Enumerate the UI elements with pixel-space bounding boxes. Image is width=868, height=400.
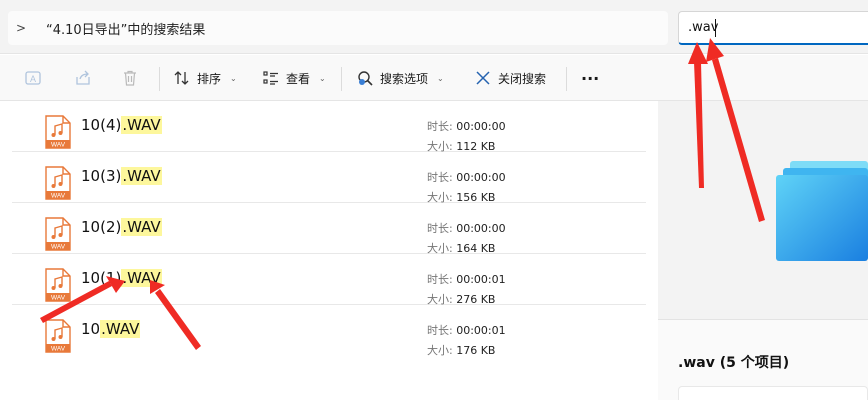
more-button[interactable]: ···: [581, 63, 599, 93]
command-bar: A 排序 ⌄ 查看 ⌄ 搜索选项 ⌄ 关闭搜索 ···: [0, 55, 868, 101]
file-name[interactable]: 10(2).WAV: [81, 218, 162, 236]
wav-file-icon: WAV: [45, 319, 71, 353]
file-duration: 00:00:01: [456, 324, 506, 337]
sort-label: 排序: [197, 71, 222, 86]
file-duration: 00:00:00: [456, 120, 506, 133]
text-caret: [715, 19, 716, 37]
address-path[interactable]: “4.10日导出”中的搜索结果: [46, 19, 205, 38]
close-search-button[interactable]: 关闭搜索: [474, 63, 546, 93]
search-options-button[interactable]: 搜索选项 ⌄: [356, 63, 444, 93]
chevron-right-icon[interactable]: >: [8, 21, 34, 35]
file-size: 176 KB: [456, 344, 496, 357]
list-item[interactable]: WAV 10(1).WAV 时长: 00:00:01 大小: 276 KB: [12, 255, 646, 306]
list-item[interactable]: WAV 10.WAV 时长: 00:00:01 大小: 176 KB: [12, 306, 646, 357]
file-size: 112 KB: [456, 140, 496, 153]
search-highlight: .WAV: [121, 167, 162, 185]
details-pane: .wav (5 个项目): [658, 101, 868, 400]
trash-icon: [121, 69, 139, 87]
list-item[interactable]: WAV 10(3).WAV 时长: 00:00:00 大小: 156 KB: [12, 153, 646, 204]
toolbar-separator: [159, 67, 160, 91]
svg-text:WAV: WAV: [51, 193, 66, 200]
view-list-icon: [262, 69, 280, 87]
share-icon: [74, 69, 92, 87]
search-input[interactable]: .wav: [688, 20, 718, 35]
file-size: 276 KB: [456, 293, 496, 306]
sort-icon: [173, 69, 191, 87]
details-section: [678, 386, 868, 400]
svg-text:WAV: WAV: [51, 142, 66, 149]
view-label: 查看: [286, 71, 311, 86]
wav-file-icon: WAV: [45, 217, 71, 251]
file-name[interactable]: 10(1).WAV: [81, 269, 162, 287]
search-highlight: .WAV: [121, 218, 162, 236]
file-meta: 时长: 00:00:00 大小: 156 KB: [427, 171, 506, 204]
file-size: 164 KB: [456, 242, 496, 255]
toolbar-separator: [341, 67, 342, 91]
address-bar-area: > “4.10日导出”中的搜索结果 .wav: [0, 0, 868, 54]
selection-summary-title: .wav (5 个项目): [678, 355, 790, 371]
file-name[interactable]: 10(3).WAV: [81, 167, 162, 185]
search-highlight: .WAV: [100, 320, 141, 338]
multiple-files-icon: [776, 161, 868, 261]
file-meta: 时长: 00:00:01 大小: 176 KB: [427, 324, 506, 357]
file-duration: 00:00:01: [456, 273, 506, 286]
close-icon: [474, 69, 492, 87]
delete-button[interactable]: [121, 63, 139, 93]
share-button[interactable]: [74, 63, 92, 93]
address-bar[interactable]: > “4.10日导出”中的搜索结果: [8, 11, 668, 45]
search-box[interactable]: .wav: [678, 11, 868, 45]
file-duration: 00:00:00: [456, 222, 506, 235]
search-options-label: 搜索选项: [380, 71, 429, 86]
chevron-down-icon: ⌄: [230, 73, 237, 83]
list-item[interactable]: WAV 10(4).WAV 时长: 00:00:00 大小: 112 KB: [12, 102, 646, 153]
wav-file-icon: WAV: [45, 166, 71, 200]
search-highlight: .WAV: [121, 269, 162, 287]
close-search-label: 关闭搜索: [498, 71, 547, 86]
file-list: WAV 10(4).WAV 时长: 00:00:00 大小: 112 KB WA…: [0, 101, 658, 400]
rename-button[interactable]: A: [24, 63, 42, 93]
file-meta: 时长: 00:00:00 大小: 112 KB: [427, 120, 506, 153]
file-duration: 00:00:00: [456, 171, 506, 184]
sort-button[interactable]: 排序 ⌄: [173, 63, 237, 93]
svg-text:WAV: WAV: [51, 295, 66, 302]
more-icon: ···: [581, 68, 600, 88]
file-meta: 时长: 00:00:00 大小: 164 KB: [427, 222, 506, 255]
chevron-down-icon: ⌄: [319, 73, 326, 83]
toolbar-separator: [566, 67, 567, 91]
search-highlight: .WAV: [121, 116, 162, 134]
view-button[interactable]: 查看 ⌄: [262, 63, 326, 93]
details-summary: .wav (5 个项目): [658, 319, 868, 400]
svg-text:WAV: WAV: [51, 244, 66, 251]
wav-file-icon: WAV: [45, 115, 71, 149]
rename-icon: A: [24, 69, 42, 87]
search-options-icon: [356, 69, 374, 87]
chevron-down-icon: ⌄: [437, 73, 444, 83]
svg-text:A: A: [30, 74, 36, 84]
file-meta: 时长: 00:00:01 大小: 276 KB: [427, 273, 506, 306]
file-name[interactable]: 10.WAV: [81, 320, 141, 338]
file-size: 156 KB: [456, 191, 496, 204]
wav-file-icon: WAV: [45, 268, 71, 302]
list-item[interactable]: WAV 10(2).WAV 时长: 00:00:00 大小: 164 KB: [12, 204, 646, 255]
file-name[interactable]: 10(4).WAV: [81, 116, 162, 134]
svg-text:WAV: WAV: [51, 346, 66, 353]
